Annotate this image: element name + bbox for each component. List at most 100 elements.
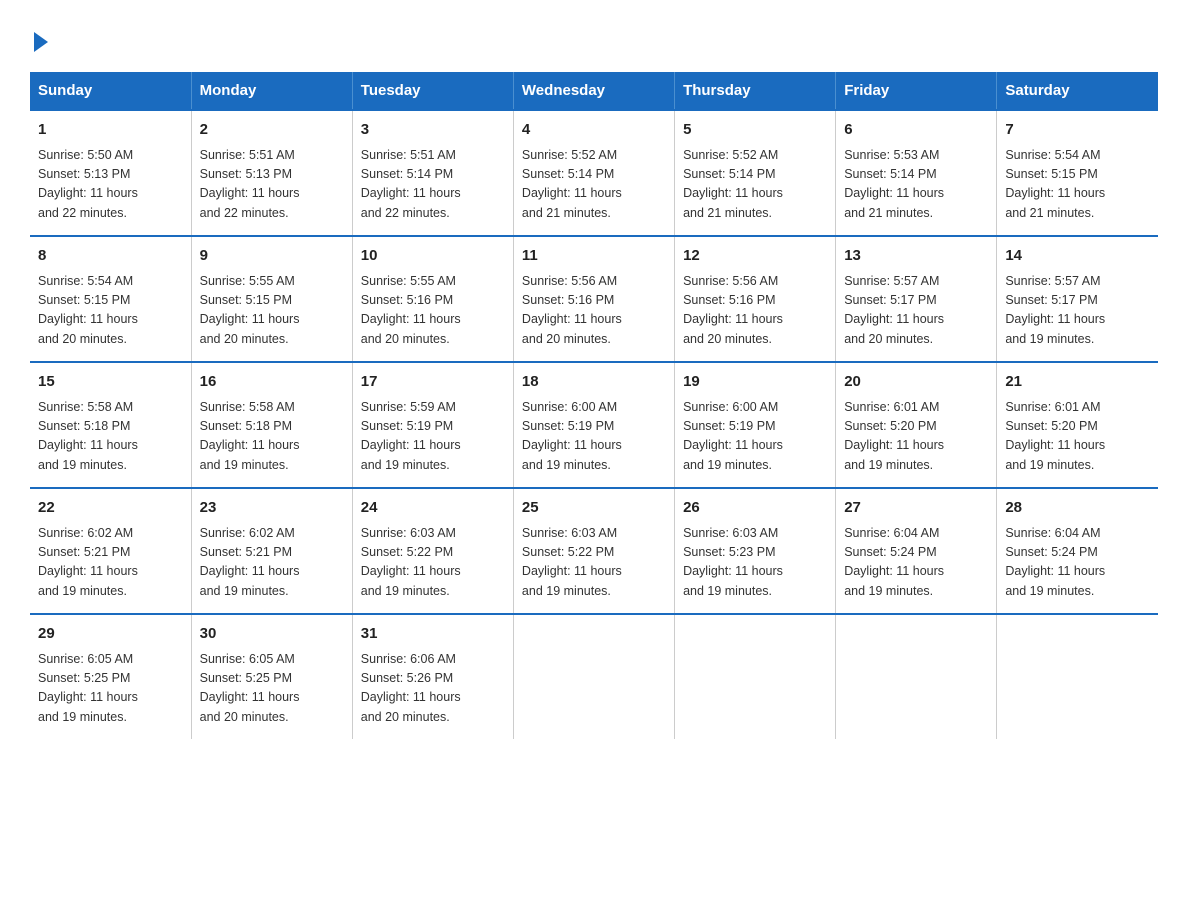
- day-number: 29: [38, 623, 183, 646]
- day-number: 9: [200, 245, 344, 268]
- calendar-week-row: 22 Sunrise: 6:02 AMSunset: 5:21 PMDayligh…: [30, 488, 1158, 614]
- logo-arrow-icon: [34, 32, 48, 52]
- day-info: Sunrise: 5:54 AMSunset: 5:15 PMDaylight:…: [1005, 146, 1150, 224]
- calendar-cell: 17 Sunrise: 5:59 AMSunset: 5:19 PMDayligh…: [352, 362, 513, 488]
- day-info: Sunrise: 6:04 AMSunset: 5:24 PMDaylight:…: [1005, 524, 1150, 602]
- day-number: 14: [1005, 245, 1150, 268]
- day-number: 8: [38, 245, 183, 268]
- day-number: 11: [522, 245, 666, 268]
- calendar-cell: 30Sunrise: 6:05 AMSunset: 5:25 PMDayligh…: [191, 614, 352, 739]
- day-info: Sunrise: 5:59 AMSunset: 5:19 PMDaylight:…: [361, 398, 505, 476]
- day-info: Sunrise: 6:02 AMSunset: 5:21 PMDaylight:…: [200, 524, 344, 602]
- calendar-cell: 5 Sunrise: 5:52 AMSunset: 5:14 PMDaylight…: [675, 110, 836, 236]
- calendar-cell: 23 Sunrise: 6:02 AMSunset: 5:21 PMDayligh…: [191, 488, 352, 614]
- day-info: Sunrise: 6:03 AMSunset: 5:22 PMDaylight:…: [522, 524, 666, 602]
- day-info: Sunrise: 6:03 AMSunset: 5:23 PMDaylight:…: [683, 524, 827, 602]
- day-number: 23: [200, 497, 344, 520]
- day-info: Sunrise: 5:55 AMSunset: 5:16 PMDaylight:…: [361, 272, 505, 350]
- col-header-monday: Monday: [191, 72, 352, 110]
- calendar-cell: 1 Sunrise: 5:50 AMSunset: 5:13 PMDaylight…: [30, 110, 191, 236]
- day-info: Sunrise: 5:55 AMSunset: 5:15 PMDaylight:…: [200, 272, 344, 350]
- day-info: Sunrise: 5:54 AMSunset: 5:15 PMDaylight:…: [38, 272, 183, 350]
- day-info: Sunrise: 6:01 AMSunset: 5:20 PMDaylight:…: [844, 398, 988, 476]
- day-info: Sunrise: 6:02 AMSunset: 5:21 PMDaylight:…: [38, 524, 183, 602]
- calendar-cell: 2Sunrise: 5:51 AMSunset: 5:13 PMDaylight…: [191, 110, 352, 236]
- day-number: 31: [361, 623, 505, 646]
- calendar-week-row: 8 Sunrise: 5:54 AMSunset: 5:15 PMDaylight…: [30, 236, 1158, 362]
- col-header-friday: Friday: [836, 72, 997, 110]
- calendar-cell: [836, 614, 997, 739]
- day-info: Sunrise: 6:05 AMSunset: 5:25 PMDaylight:…: [200, 650, 344, 728]
- day-info: Sunrise: 5:58 AMSunset: 5:18 PMDaylight:…: [200, 398, 344, 476]
- day-info: Sunrise: 5:57 AMSunset: 5:17 PMDaylight:…: [1005, 272, 1150, 350]
- day-number: 13: [844, 245, 988, 268]
- day-number: 20: [844, 371, 988, 394]
- day-number: 4: [522, 119, 666, 142]
- calendar-cell: 6 Sunrise: 5:53 AMSunset: 5:14 PMDaylight…: [836, 110, 997, 236]
- col-header-tuesday: Tuesday: [352, 72, 513, 110]
- calendar-week-row: 15 Sunrise: 5:58 AMSunset: 5:18 PMDayligh…: [30, 362, 1158, 488]
- day-info: Sunrise: 5:52 AMSunset: 5:14 PMDaylight:…: [683, 146, 827, 224]
- day-info: Sunrise: 6:01 AMSunset: 5:20 PMDaylight:…: [1005, 398, 1150, 476]
- calendar-header-row: SundayMondayTuesdayWednesdayThursdayFrid…: [30, 72, 1158, 110]
- day-number: 17: [361, 371, 505, 394]
- col-header-thursday: Thursday: [675, 72, 836, 110]
- calendar-cell: 10 Sunrise: 5:55 AMSunset: 5:16 PMDayligh…: [352, 236, 513, 362]
- calendar-cell: 15 Sunrise: 5:58 AMSunset: 5:18 PMDayligh…: [30, 362, 191, 488]
- calendar-cell: 22 Sunrise: 6:02 AMSunset: 5:21 PMDayligh…: [30, 488, 191, 614]
- day-info: Sunrise: 5:58 AMSunset: 5:18 PMDaylight:…: [38, 398, 183, 476]
- calendar-cell: 7 Sunrise: 5:54 AMSunset: 5:15 PMDaylight…: [997, 110, 1158, 236]
- calendar-cell: 13 Sunrise: 5:57 AMSunset: 5:17 PMDayligh…: [836, 236, 997, 362]
- calendar-cell: 27Sunrise: 6:04 AMSunset: 5:24 PMDayligh…: [836, 488, 997, 614]
- day-number: 7: [1005, 119, 1150, 142]
- day-number: 21: [1005, 371, 1150, 394]
- calendar-week-row: 1 Sunrise: 5:50 AMSunset: 5:13 PMDaylight…: [30, 110, 1158, 236]
- col-header-saturday: Saturday: [997, 72, 1158, 110]
- calendar-cell: 18 Sunrise: 6:00 AMSunset: 5:19 PMDayligh…: [513, 362, 674, 488]
- day-number: 25: [522, 497, 666, 520]
- calendar-week-row: 29 Sunrise: 6:05 AMSunset: 5:25 PMDayligh…: [30, 614, 1158, 739]
- calendar-cell: 16 Sunrise: 5:58 AMSunset: 5:18 PMDayligh…: [191, 362, 352, 488]
- calendar-cell: 19 Sunrise: 6:00 AMSunset: 5:19 PMDayligh…: [675, 362, 836, 488]
- col-header-wednesday: Wednesday: [513, 72, 674, 110]
- day-info: Sunrise: 5:57 AMSunset: 5:17 PMDaylight:…: [844, 272, 988, 350]
- logo-blue-text: [30, 30, 48, 52]
- day-info: Sunrise: 5:56 AMSunset: 5:16 PMDaylight:…: [683, 272, 827, 350]
- day-info: Sunrise: 6:00 AMSunset: 5:19 PMDaylight:…: [683, 398, 827, 476]
- day-number: 5: [683, 119, 827, 142]
- day-number: 22: [38, 497, 183, 520]
- day-number: 28: [1005, 497, 1150, 520]
- day-info: Sunrise: 5:53 AMSunset: 5:14 PMDaylight:…: [844, 146, 988, 224]
- day-number: 1: [38, 119, 183, 142]
- day-number: 3: [361, 119, 505, 142]
- calendar-cell: 24 Sunrise: 6:03 AMSunset: 5:22 PMDayligh…: [352, 488, 513, 614]
- day-number: 6: [844, 119, 988, 142]
- calendar-cell: [513, 614, 674, 739]
- day-number: 27: [844, 497, 988, 520]
- calendar-cell: 29 Sunrise: 6:05 AMSunset: 5:25 PMDayligh…: [30, 614, 191, 739]
- day-info: Sunrise: 5:51 AMSunset: 5:13 PMDaylight:…: [200, 146, 344, 224]
- logo: [30, 30, 48, 52]
- calendar-cell: 26 Sunrise: 6:03 AMSunset: 5:23 PMDayligh…: [675, 488, 836, 614]
- calendar-cell: 28 Sunrise: 6:04 AMSunset: 5:24 PMDayligh…: [997, 488, 1158, 614]
- day-number: 12: [683, 245, 827, 268]
- calendar-cell: 4 Sunrise: 5:52 AMSunset: 5:14 PMDaylight…: [513, 110, 674, 236]
- day-info: Sunrise: 6:03 AMSunset: 5:22 PMDaylight:…: [361, 524, 505, 602]
- day-info: Sunrise: 6:06 AMSunset: 5:26 PMDaylight:…: [361, 650, 505, 728]
- calendar-cell: 8 Sunrise: 5:54 AMSunset: 5:15 PMDaylight…: [30, 236, 191, 362]
- day-info: Sunrise: 5:50 AMSunset: 5:13 PMDaylight:…: [38, 146, 183, 224]
- day-number: 10: [361, 245, 505, 268]
- day-number: 18: [522, 371, 666, 394]
- day-number: 15: [38, 371, 183, 394]
- day-number: 26: [683, 497, 827, 520]
- day-info: Sunrise: 5:51 AMSunset: 5:14 PMDaylight:…: [361, 146, 505, 224]
- day-number: 19: [683, 371, 827, 394]
- day-number: 16: [200, 371, 344, 394]
- day-info: Sunrise: 5:52 AMSunset: 5:14 PMDaylight:…: [522, 146, 666, 224]
- day-info: Sunrise: 6:00 AMSunset: 5:19 PMDaylight:…: [522, 398, 666, 476]
- day-number: 24: [361, 497, 505, 520]
- col-header-sunday: Sunday: [30, 72, 191, 110]
- page-header: [30, 30, 1158, 52]
- calendar-cell: 31 Sunrise: 6:06 AMSunset: 5:26 PMDayligh…: [352, 614, 513, 739]
- day-info: Sunrise: 6:05 AMSunset: 5:25 PMDaylight:…: [38, 650, 183, 728]
